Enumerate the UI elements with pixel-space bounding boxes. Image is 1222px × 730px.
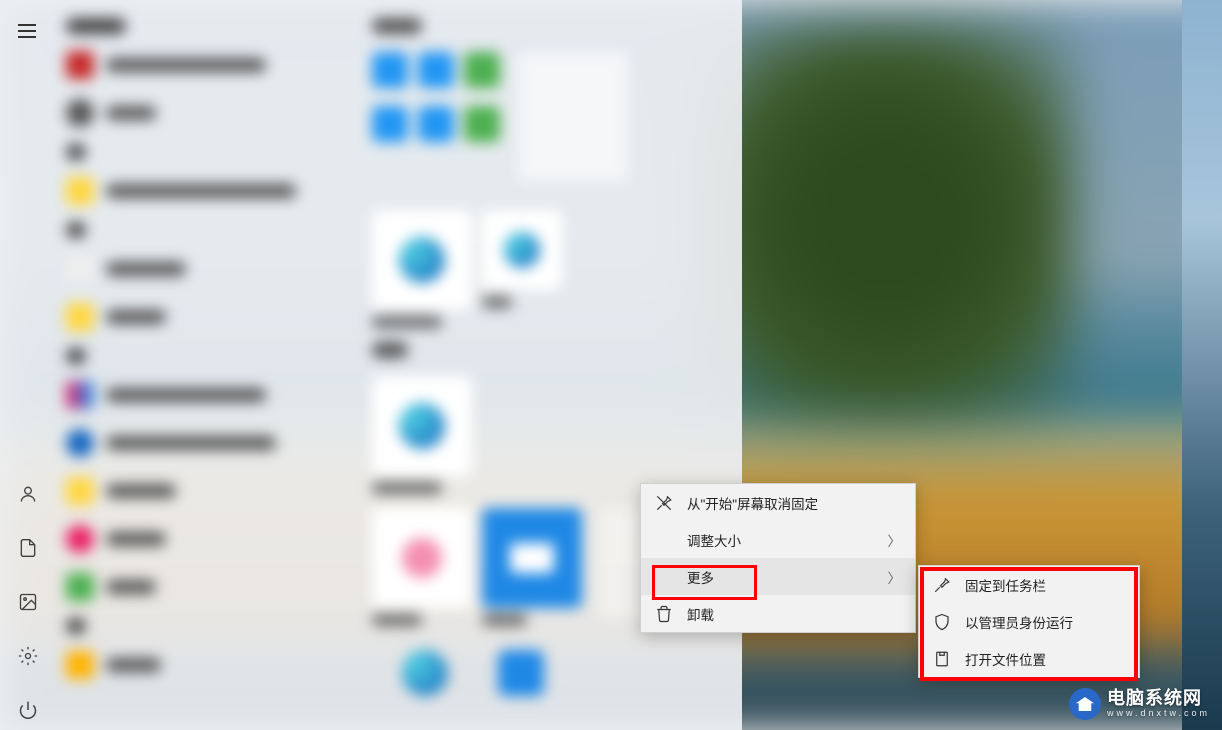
list-item[interactable] <box>66 474 356 508</box>
tile[interactable] <box>418 52 454 88</box>
apps-list <box>56 0 366 730</box>
tile[interactable] <box>372 508 472 608</box>
chevron-right-icon: 〉 <box>888 530 902 550</box>
list-item[interactable] <box>66 300 356 334</box>
start-menu <box>0 0 742 730</box>
tile[interactable] <box>464 52 500 88</box>
power-icon[interactable] <box>18 700 38 720</box>
ctx-run-as-admin[interactable]: 以管理员身份运行 <box>919 603 1139 640</box>
unpin-icon <box>655 494 673 512</box>
ctx-label: 更多 <box>687 567 874 587</box>
tile[interactable] <box>464 106 500 142</box>
tile[interactable] <box>482 210 562 290</box>
wallpaper-edge <box>1182 0 1222 730</box>
chevron-right-icon: 〉 <box>888 567 902 587</box>
pin-icon <box>933 576 951 594</box>
tile[interactable] <box>482 508 582 608</box>
list-item[interactable] <box>66 378 356 412</box>
pictures-icon[interactable] <box>18 592 38 612</box>
ctx-open-file-location[interactable]: 打开文件位置 <box>919 640 1139 677</box>
ctx-label: 卸载 <box>687 604 901 624</box>
ctx-pin-to-taskbar[interactable]: 固定到任务栏 <box>919 566 1139 603</box>
shield-icon <box>933 613 951 631</box>
ctx-resize[interactable]: 调整大小 〉 <box>641 521 915 558</box>
list-item[interactable] <box>66 48 356 82</box>
tile[interactable] <box>402 650 448 696</box>
user-icon[interactable] <box>18 484 38 504</box>
tile[interactable] <box>418 106 454 142</box>
list-item[interactable] <box>66 648 356 682</box>
tile[interactable] <box>372 376 472 476</box>
folder-icon <box>933 650 951 668</box>
ctx-uninstall[interactable]: 卸载 <box>641 595 915 632</box>
watermark: 电脑系统网 www.dnxtw.com <box>1069 688 1210 720</box>
list-item[interactable] <box>66 96 356 130</box>
watermark-title: 电脑系统网 <box>1107 689 1210 707</box>
list-item[interactable] <box>66 426 356 460</box>
ctx-label: 以管理员身份运行 <box>965 612 1125 632</box>
tile[interactable] <box>372 52 408 88</box>
documents-icon[interactable] <box>18 538 38 558</box>
start-rail <box>0 0 56 730</box>
tile[interactable] <box>372 210 472 310</box>
ctx-label: 调整大小 <box>687 530 874 550</box>
list-item[interactable] <box>66 252 356 286</box>
watermark-url: www.dnxtw.com <box>1107 707 1210 720</box>
context-menu: 从"开始"屏幕取消固定 调整大小 〉 更多 〉 卸载 <box>640 483 916 633</box>
settings-icon[interactable] <box>18 646 38 666</box>
ctx-label: 固定到任务栏 <box>965 575 1125 595</box>
tile[interactable] <box>498 650 544 696</box>
list-item[interactable] <box>66 570 356 604</box>
tile[interactable] <box>372 106 408 142</box>
hamburger-icon[interactable] <box>18 24 38 44</box>
watermark-logo-icon <box>1069 688 1101 720</box>
trash-icon <box>655 605 673 623</box>
ctx-more[interactable]: 更多 〉 <box>641 558 915 595</box>
ctx-unpin-from-start[interactable]: 从"开始"屏幕取消固定 <box>641 484 915 521</box>
ctx-label: 打开文件位置 <box>965 649 1125 669</box>
ctx-label: 从"开始"屏幕取消固定 <box>687 493 901 513</box>
context-submenu: 固定到任务栏 以管理员身份运行 打开文件位置 <box>918 565 1140 678</box>
list-item[interactable] <box>66 522 356 556</box>
list-item[interactable] <box>66 174 356 208</box>
